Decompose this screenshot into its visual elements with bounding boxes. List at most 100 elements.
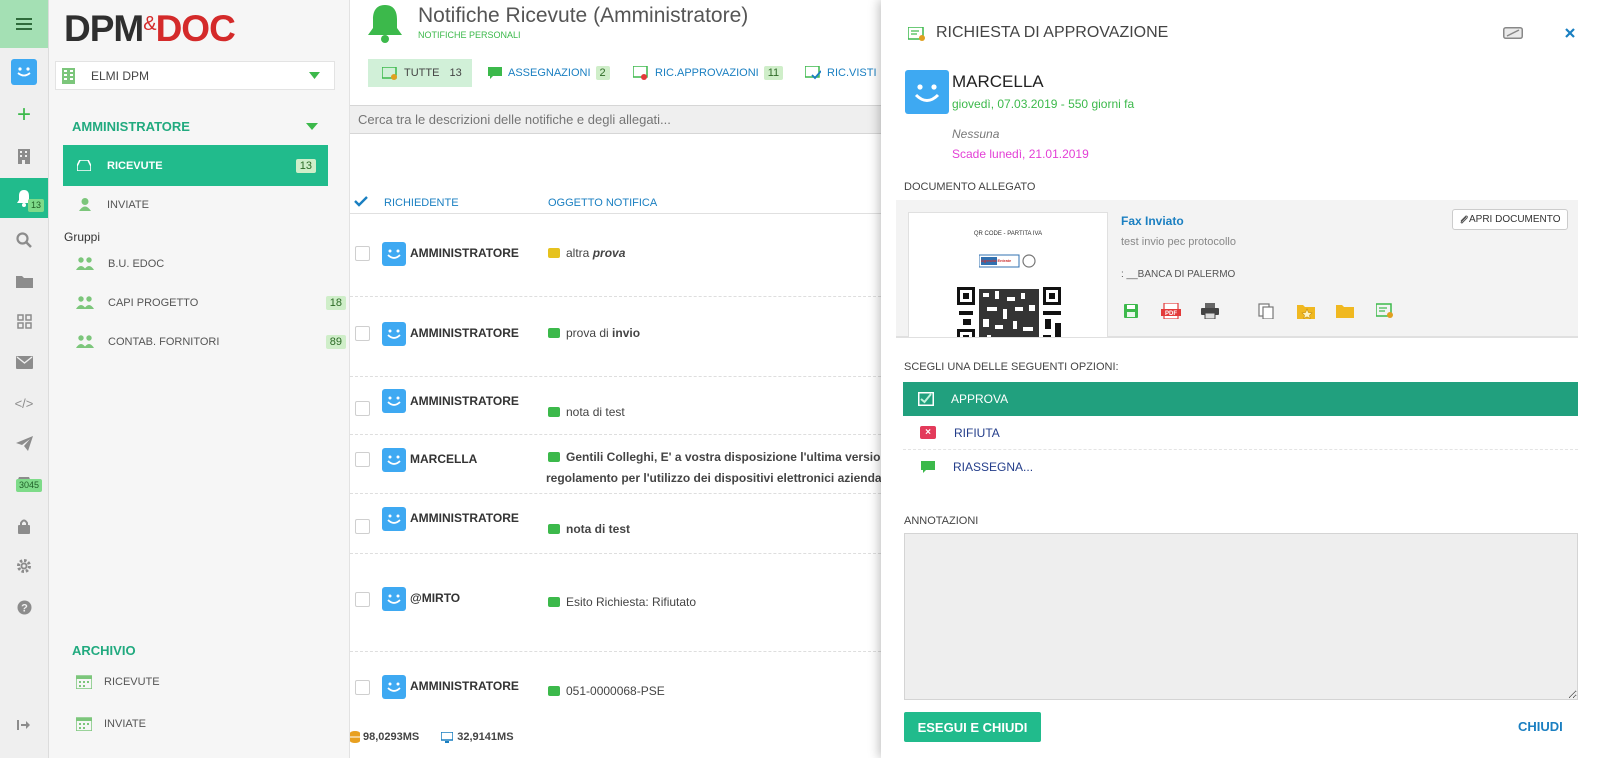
folder-icon[interactable] bbox=[1336, 304, 1354, 318]
company-select[interactable]: ELMI DPM bbox=[55, 61, 335, 90]
favorite-folder-icon[interactable] bbox=[1297, 303, 1315, 319]
column-header-requester[interactable]: RICHIEDENTE bbox=[384, 197, 459, 209]
print-icon[interactable] bbox=[1201, 303, 1219, 319]
document-thumbnail[interactable]: QR CODE - PARTITA IVA Agenzia Entrate bbox=[908, 212, 1108, 338]
avatar bbox=[905, 70, 949, 114]
nav-item-sent[interactable]: INVIATE bbox=[79, 198, 149, 211]
approval-request-panel: RICHIESTA DI APPROVAZIONE MARCELLA giove… bbox=[881, 0, 1600, 758]
nav-archive-sent[interactable]: INVIATE bbox=[76, 716, 146, 731]
rail-inbox-button[interactable]: 3045 bbox=[0, 464, 48, 502]
comment-icon bbox=[548, 248, 560, 258]
open-document-button[interactable]: APRI DOCUMENTO bbox=[1452, 209, 1568, 230]
options-title: SCEGLI UNA DELLE SEGUENTI OPZIONI: bbox=[904, 361, 1119, 373]
client-time: 32,9141MS bbox=[457, 731, 514, 743]
main-content: Notifiche Ricevute (Amministratore) NOTI… bbox=[350, 0, 881, 758]
table-row[interactable]: AMMINISTRATORE nota di test bbox=[350, 494, 881, 554]
document-title[interactable]: Fax Inviato bbox=[1121, 214, 1184, 228]
nav-group-capi-progetto[interactable]: CAPI PROGETTO 18 bbox=[76, 295, 346, 310]
close-button[interactable]: CHIUDI bbox=[1518, 719, 1563, 734]
table-row[interactable]: AMMINISTRATORE altra prova bbox=[350, 214, 881, 297]
rail-lock-button[interactable] bbox=[0, 507, 48, 545]
rail-search-button[interactable] bbox=[0, 221, 48, 259]
table-row[interactable]: @MIRTO Esito Richiesta: Rifiutato bbox=[350, 554, 881, 652]
copy-icon[interactable] bbox=[1258, 303, 1274, 319]
approval-icon bbox=[908, 27, 925, 41]
request-note: Nessuna bbox=[952, 127, 1000, 141]
minimize-icon[interactable] bbox=[1503, 27, 1523, 39]
nav-item-label: INVIATE bbox=[107, 198, 149, 211]
row-checkbox[interactable] bbox=[355, 246, 370, 261]
row-checkbox[interactable] bbox=[355, 326, 370, 341]
nav-group-label: B.U. EDOC bbox=[108, 257, 165, 270]
comment-icon bbox=[548, 686, 560, 696]
logout-button[interactable] bbox=[0, 706, 48, 744]
icon-rail: + 13 </> 3045 ? bbox=[0, 0, 49, 758]
nav-group-contab-fornitori[interactable]: CONTAB. FORNITORI 89 bbox=[76, 334, 346, 349]
nav-archive-received[interactable]: RICEVUTE bbox=[76, 674, 160, 689]
submit-and-close-button[interactable]: ESEGUI E CHIUDI bbox=[904, 712, 1041, 742]
nav-item-received[interactable]: RICEVUTE 13 bbox=[63, 145, 328, 186]
check-all-icon[interactable] bbox=[354, 196, 368, 207]
tab-visa-requests[interactable]: RIC.VISTI bbox=[805, 59, 877, 87]
users-icon bbox=[76, 335, 94, 348]
nav-group-label: CAPI PROGETTO bbox=[108, 296, 199, 309]
rail-mail-button[interactable] bbox=[0, 343, 48, 381]
rail-code-button[interactable]: </> bbox=[0, 384, 48, 422]
approval-request-icon[interactable] bbox=[1376, 303, 1394, 319]
table-row[interactable]: AMMINISTRATORE nota di test bbox=[350, 377, 881, 435]
save-icon[interactable] bbox=[1123, 303, 1139, 319]
code-icon: </> bbox=[14, 395, 34, 411]
comment-icon bbox=[548, 597, 560, 607]
nav-item-label: INVIATE bbox=[104, 717, 146, 730]
avatar bbox=[382, 587, 406, 611]
help-icon: ? bbox=[17, 600, 31, 614]
tab-all[interactable]: TUTTE 13 bbox=[368, 59, 472, 87]
option-reject[interactable]: × RIFIUTA bbox=[903, 416, 1578, 450]
new-button[interactable]: + bbox=[0, 96, 48, 134]
rail-folder-button[interactable] bbox=[0, 262, 48, 300]
rail-dashboard-button[interactable] bbox=[0, 302, 48, 340]
rail-organization-button[interactable] bbox=[0, 137, 48, 175]
rail-settings-button[interactable] bbox=[0, 547, 48, 585]
annotations-textarea[interactable] bbox=[904, 533, 1578, 700]
rail-notifications-button[interactable]: 13 bbox=[0, 178, 48, 218]
tab-assignments[interactable]: ASSEGNAZIONI 2 bbox=[488, 59, 610, 87]
column-header-subject[interactable]: OGGETTO NOTIFICA bbox=[548, 197, 657, 209]
caret-down-icon bbox=[309, 72, 320, 79]
nav-item-label: RICEVUTE bbox=[104, 675, 160, 688]
close-icon[interactable] bbox=[1565, 28, 1575, 38]
option-approve[interactable]: APPROVA bbox=[903, 382, 1578, 416]
smiley-icon bbox=[387, 455, 401, 465]
tab-approval-requests[interactable]: RIC.APPROVAZIONI 11 bbox=[633, 59, 784, 87]
row-checkbox[interactable] bbox=[355, 519, 370, 534]
nav-group-bu-edoc[interactable]: B.U. EDOC bbox=[76, 257, 164, 270]
logo-amp: & bbox=[143, 13, 156, 35]
comment-icon bbox=[548, 407, 560, 417]
pdf-icon[interactable]: PDF bbox=[1161, 303, 1181, 319]
role-header[interactable]: AMMINISTRATORE bbox=[72, 119, 318, 134]
rail-send-button[interactable] bbox=[0, 424, 48, 462]
row-checkbox[interactable] bbox=[355, 401, 370, 416]
row-checkbox[interactable] bbox=[355, 452, 370, 467]
subject-text: prova di bbox=[566, 326, 613, 340]
folder-icon bbox=[15, 276, 33, 288]
search-input[interactable] bbox=[350, 105, 881, 134]
table-row[interactable]: MARCELLA Gentili Colleghi, E' a vostra d… bbox=[350, 435, 881, 494]
table-row[interactable]: AMMINISTRATORE prova di invio bbox=[350, 297, 881, 377]
gear-icon bbox=[17, 559, 31, 573]
user-avatar-button[interactable] bbox=[0, 53, 48, 91]
subject-text: 051-0000068-PSE bbox=[566, 684, 665, 698]
menu-toggle-button[interactable] bbox=[0, 0, 48, 48]
page-title: Notifiche Ricevute (Amministratore) bbox=[418, 4, 749, 27]
smiley-icon bbox=[387, 329, 401, 339]
option-reassign[interactable]: RIASSEGNA... bbox=[903, 450, 1578, 484]
row-checkbox[interactable] bbox=[355, 680, 370, 695]
rail-help-button[interactable]: ? bbox=[0, 588, 48, 626]
status-footer: 98,0293MS 32,9141MS bbox=[350, 731, 514, 743]
row-checkbox[interactable] bbox=[355, 592, 370, 607]
bell-icon bbox=[368, 5, 402, 43]
subject-emphasis: prova bbox=[592, 246, 626, 260]
database-icon bbox=[350, 731, 360, 743]
table-row[interactable]: AMMINISTRATORE 051-0000068-PSE bbox=[350, 652, 881, 724]
requester-name: AMMINISTRATORE bbox=[410, 511, 519, 525]
